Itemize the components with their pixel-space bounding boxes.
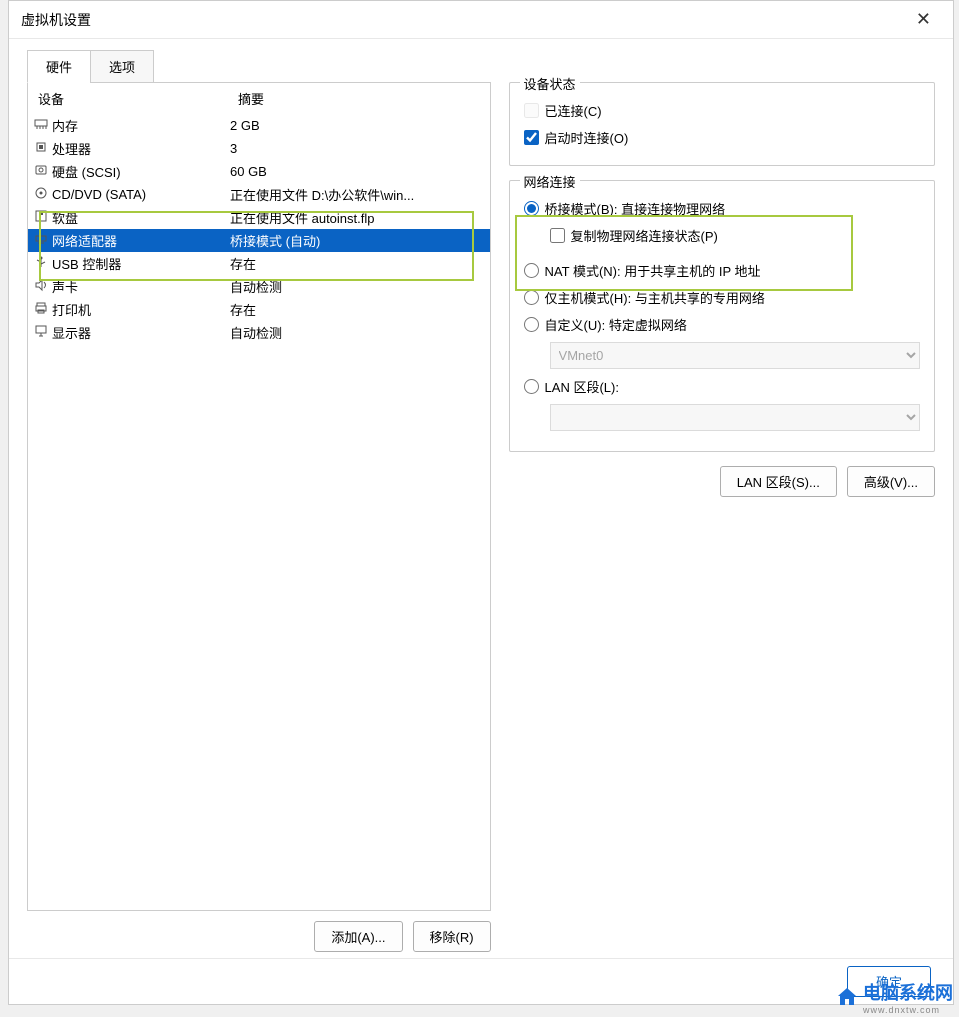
device-row-floppy[interactable]: 软盘正在使用文件 autoinst.flp	[28, 206, 490, 229]
device-name: 打印机	[52, 300, 230, 319]
device-summary: 自动检测	[230, 323, 488, 342]
device-state-group: 设备状态 已连接(C) 启动时连接(O)	[509, 82, 935, 166]
tab-options[interactable]: 选项	[90, 50, 154, 83]
device-row-network[interactable]: 网络适配器桥接模式 (自动)	[28, 229, 490, 252]
memory-icon	[30, 117, 52, 134]
footer-bar: 确定	[9, 958, 953, 1004]
cpu-icon	[30, 140, 52, 157]
sound-icon	[30, 278, 52, 295]
device-table-header: 设备 摘要	[28, 83, 490, 114]
device-name: 处理器	[52, 139, 230, 158]
tab-hardware[interactable]: 硬件	[27, 50, 91, 83]
nat-row[interactable]: NAT 模式(N): 用于共享主机的 IP 地址	[524, 257, 920, 284]
connect-at-poweron-checkbox[interactable]	[524, 130, 539, 145]
vm-settings-dialog: 虚拟机设置 ✕ 硬件 选项 设备 摘要 内存2 GB处理器3硬盘 (SCSI)6…	[8, 0, 954, 1005]
device-name: USB 控制器	[52, 254, 230, 273]
hostonly-label: 仅主机模式(H): 与主机共享的专用网络	[545, 288, 765, 307]
device-row-disk[interactable]: 硬盘 (SCSI)60 GB	[28, 160, 490, 183]
display-icon	[30, 324, 52, 341]
nat-label: NAT 模式(N): 用于共享主机的 IP 地址	[545, 261, 761, 280]
device-summary: 正在使用文件 autoinst.flp	[230, 208, 488, 227]
device-summary: 2 GB	[230, 118, 488, 133]
remove-button[interactable]: 移除(R)	[413, 921, 491, 952]
nat-radio[interactable]	[524, 263, 539, 278]
header-device: 设备	[38, 89, 238, 108]
device-summary: 正在使用文件 D:\办公软件\win...	[230, 185, 488, 204]
custom-label: 自定义(U): 特定虚拟网络	[545, 315, 687, 334]
device-summary: 桥接模式 (自动)	[230, 231, 488, 250]
device-row-cpu[interactable]: 处理器3	[28, 137, 490, 160]
device-state-title: 设备状态	[520, 74, 580, 93]
header-summary: 摘要	[238, 89, 264, 108]
floppy-icon	[30, 209, 52, 226]
lan-segment-label: LAN 区段(L):	[545, 377, 619, 396]
device-name: 显示器	[52, 323, 230, 342]
device-row-memory[interactable]: 内存2 GB	[28, 114, 490, 137]
device-name: 网络适配器	[52, 231, 230, 250]
device-row-display[interactable]: 显示器自动检测	[28, 321, 490, 344]
device-summary: 存在	[230, 254, 488, 273]
device-row-cd[interactable]: CD/DVD (SATA)正在使用文件 D:\办公软件\win...	[28, 183, 490, 206]
watermark: 电脑系统网 www.dnxtw.com	[835, 979, 953, 1015]
device-row-usb[interactable]: USB 控制器存在	[28, 252, 490, 275]
connected-label: 已连接(C)	[545, 101, 602, 120]
device-name: 硬盘 (SCSI)	[52, 162, 230, 181]
replicate-checkbox[interactable]	[550, 228, 565, 243]
device-list-column: 设备 摘要 内存2 GB处理器3硬盘 (SCSI)60 GBCD/DVD (SA…	[27, 82, 491, 952]
replicate-row[interactable]: 复制物理网络连接状态(P)	[524, 222, 920, 249]
network-icon	[30, 232, 52, 249]
settings-column: 设备状态 已连接(C) 启动时连接(O) 网络连接 桥接模式(B): 直接连接物…	[509, 82, 935, 952]
bridged-radio[interactable]	[524, 201, 539, 216]
device-name: 内存	[52, 116, 230, 135]
network-connection-title: 网络连接	[520, 172, 580, 191]
advanced-button[interactable]: 高级(V)...	[847, 466, 935, 497]
custom-row[interactable]: 自定义(U): 特定虚拟网络	[524, 311, 920, 338]
replicate-label: 复制物理网络连接状态(P)	[571, 226, 718, 245]
connect-at-poweron-label: 启动时连接(O)	[545, 128, 629, 147]
device-name: CD/DVD (SATA)	[52, 187, 230, 202]
house-icon	[835, 985, 859, 1009]
close-icon[interactable]: ✕	[906, 5, 941, 34]
custom-vmnet-select: VMnet0	[550, 342, 920, 369]
hostonly-row[interactable]: 仅主机模式(H): 与主机共享的专用网络	[524, 284, 920, 311]
device-table: 设备 摘要 内存2 GB处理器3硬盘 (SCSI)60 GBCD/DVD (SA…	[27, 82, 491, 911]
device-summary: 3	[230, 141, 488, 156]
device-row-sound[interactable]: 声卡自动检测	[28, 275, 490, 298]
disk-icon	[30, 163, 52, 180]
connected-row[interactable]: 已连接(C)	[524, 97, 920, 124]
network-connection-group: 网络连接 桥接模式(B): 直接连接物理网络 复制物理网络连接状态(P) NAT…	[509, 180, 935, 452]
cd-icon	[30, 186, 52, 203]
printer-icon	[30, 301, 52, 318]
device-name: 软盘	[52, 208, 230, 227]
add-button[interactable]: 添加(A)...	[314, 921, 402, 952]
lan-segment-row[interactable]: LAN 区段(L):	[524, 373, 920, 400]
bridged-label: 桥接模式(B): 直接连接物理网络	[545, 199, 726, 218]
tabs: 硬件 选项	[9, 39, 953, 82]
connected-checkbox	[524, 103, 539, 118]
watermark-sub: www.dnxtw.com	[863, 1005, 953, 1015]
network-extra-buttons: LAN 区段(S)... 高级(V)...	[509, 466, 935, 497]
lan-segment-radio[interactable]	[524, 379, 539, 394]
lan-segment-button[interactable]: LAN 区段(S)...	[720, 466, 837, 497]
titlebar: 虚拟机设置 ✕	[9, 1, 953, 39]
device-row-printer[interactable]: 打印机存在	[28, 298, 490, 321]
watermark-text: 电脑系统网	[863, 983, 953, 1003]
usb-icon	[30, 255, 52, 272]
content-area: 设备 摘要 内存2 GB处理器3硬盘 (SCSI)60 GBCD/DVD (SA…	[9, 82, 953, 962]
bridged-row[interactable]: 桥接模式(B): 直接连接物理网络	[524, 195, 920, 222]
lan-segment-select	[550, 404, 920, 431]
dialog-title: 虚拟机设置	[21, 10, 906, 30]
device-buttons: 添加(A)... 移除(R)	[27, 921, 491, 952]
device-summary: 自动检测	[230, 277, 488, 296]
device-name: 声卡	[52, 277, 230, 296]
device-summary: 存在	[230, 300, 488, 319]
custom-radio[interactable]	[524, 317, 539, 332]
hostonly-radio[interactable]	[524, 290, 539, 305]
connect-at-poweron-row[interactable]: 启动时连接(O)	[524, 124, 920, 151]
device-summary: 60 GB	[230, 164, 488, 179]
